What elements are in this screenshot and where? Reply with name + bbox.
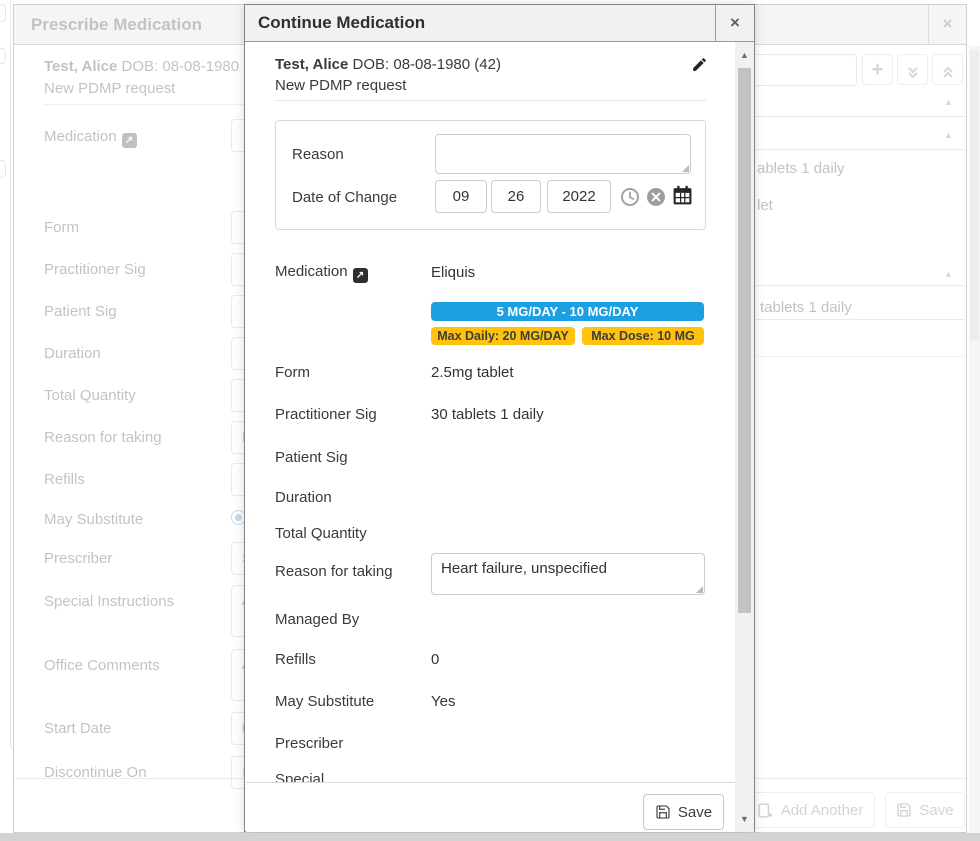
date-day-input[interactable]: 26 [491,180,541,213]
row-label-may-substitute: May Substitute [275,693,374,710]
time-clock-icon[interactable] [620,187,640,207]
date-of-change-label: Date of Change [292,189,397,206]
row-label-form: Form [275,364,310,381]
patient-dob: DOB: 08-08-1980 (42) [353,56,501,73]
save-icon [655,804,671,820]
modal-scrollbar[interactable]: ▲ ▼ [735,42,754,832]
max-daily-badge: Max Daily: 20 MG/DAY [431,327,575,345]
scroll-down-icon[interactable]: ▼ [735,814,754,824]
window-bottom-edge [0,833,980,841]
scroll-up-icon[interactable]: ▲ [735,50,754,60]
modal-scrollbar-thumb[interactable] [738,68,751,613]
date-month-input[interactable]: 09 [435,180,487,213]
row-label-practitioner-sig: Practitioner Sig [275,406,377,423]
date-year-input[interactable]: 2022 [547,180,611,213]
divider [275,100,706,101]
change-reason-box: Reason Date of Change 09 26 2022 [275,120,706,230]
pdmp-request-text: New PDMP request [275,77,406,94]
screen: Prescribe Medication × Test, Alice DOB: … [0,0,980,841]
resize-grip[interactable] [696,586,703,593]
row-label-patient-sig: Patient Sig [275,449,348,466]
save-label: Save [678,804,712,821]
continue-medication-modal: Continue Medication × Test, Alice DOB: 0… [244,4,755,832]
row-label-refills: Refills [275,651,316,668]
row-label-total-quantity: Total Quantity [275,525,367,542]
reason-for-taking-textarea[interactable]: Heart failure, unspecified [431,553,705,595]
row-value-form: 2.5mg tablet [431,364,514,381]
edit-pencil-icon[interactable] [691,56,708,73]
reason-label: Reason [292,146,344,163]
modal-header: Continue Medication × [245,5,754,42]
row-value-practitioner-sig: 30 tablets 1 daily [431,406,544,423]
row-value-refills: 0 [431,651,439,668]
dose-range-badge: 5 MG/DAY - 10 MG/DAY [431,302,704,321]
medication-label: Medication↗ [275,263,368,283]
close-icon[interactable]: × [715,5,754,42]
external-link-icon[interactable]: ↗ [353,268,368,283]
medication-value: Eliquis [431,264,475,281]
patient-summary: Test, Alice DOB: 08-08-1980 (42) [275,56,501,73]
row-label-prescriber: Prescriber [275,735,343,752]
modal-footer: Save [246,782,735,832]
row-value-may-substitute: Yes [431,693,455,710]
clear-date-icon[interactable] [646,187,666,207]
row-label-duration: Duration [275,489,332,506]
row-label-reason-for-taking: Reason for taking [275,563,393,580]
row-label-managed-by: Managed By [275,611,359,628]
resize-grip[interactable] [682,165,689,172]
save-button[interactable]: Save [643,794,724,830]
calendar-icon[interactable] [672,185,693,206]
reason-textarea[interactable] [435,134,691,174]
patient-name: Test, Alice [275,56,348,73]
max-dose-badge: Max Dose: 10 MG [582,327,704,345]
modal-title: Continue Medication [258,13,425,33]
